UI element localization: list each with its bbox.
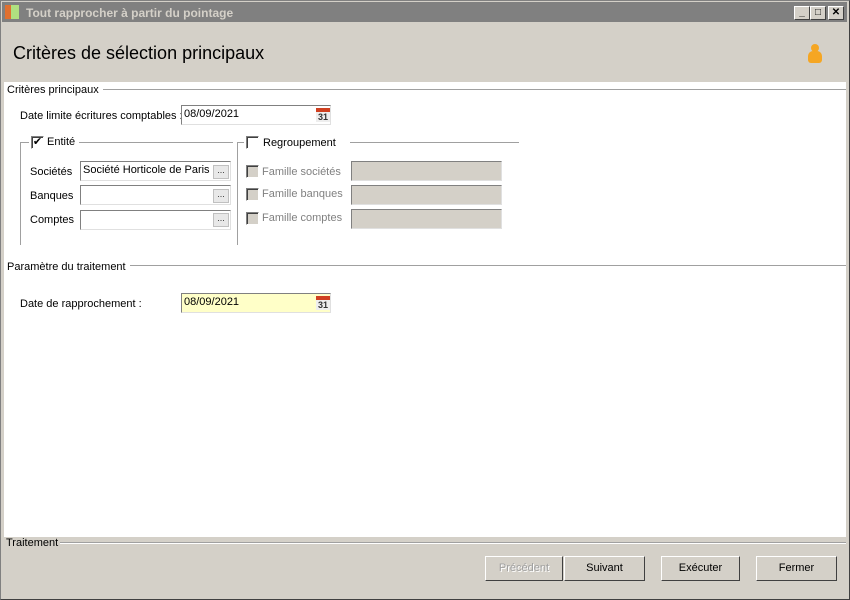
title-bar[interactable]: Tout rapprocher à partir du pointage _ □… [2, 2, 847, 22]
user-icon [807, 44, 823, 64]
date-limit-value: 08/09/2021 [184, 108, 240, 120]
minimize-button[interactable]: _ [794, 6, 810, 20]
famille-banques-input[interactable] [351, 185, 502, 205]
banques-label: Banques [30, 190, 74, 202]
comptes-label: Comptes [30, 214, 75, 226]
societes-browse-button[interactable]: ... [213, 165, 229, 179]
famille-societes-input[interactable] [351, 161, 502, 181]
window-title: Tout rapprocher à partir du pointage [26, 6, 234, 20]
execute-button[interactable]: Exécuter [661, 556, 740, 581]
date-rapprochement-input[interactable]: 08/09/2021 [181, 293, 331, 313]
divider [237, 143, 239, 245]
societes-value: Société Horticole de Paris [83, 164, 210, 176]
footer-legend: Traitement [6, 537, 59, 549]
close-window-button[interactable]: ✕ [828, 6, 844, 20]
calendar-icon[interactable]: 31 [316, 296, 330, 310]
section-legend-main: Critères principaux [7, 84, 103, 96]
date-limit-label: Date limite écritures comptables : [20, 110, 183, 122]
app-icon-part [11, 5, 19, 19]
section-legend-processing: Paramètre du traitement [7, 261, 130, 273]
calendar-icon[interactable]: 31 [316, 108, 330, 122]
banques-input[interactable] [80, 185, 231, 205]
page-title: Critères de sélection principaux [13, 43, 265, 63]
divider [20, 143, 22, 245]
close-button[interactable]: Fermer [756, 556, 837, 581]
societes-label: Sociétés [30, 166, 73, 178]
previous-button[interactable]: Précédent [485, 556, 563, 581]
maximize-button[interactable]: □ [810, 6, 826, 20]
societes-input[interactable]: Société Horticole de Paris [80, 161, 231, 181]
regroupement-checkbox[interactable] [246, 136, 259, 149]
famille-societes-checkbox[interactable] [246, 165, 259, 178]
next-button[interactable]: Suivant [564, 556, 645, 581]
banques-browse-button[interactable]: ... [213, 189, 229, 203]
comptes-browse-button[interactable]: ... [213, 213, 229, 227]
comptes-input[interactable] [80, 210, 231, 230]
date-limit-input[interactable]: 08/09/2021 [181, 105, 331, 125]
regroupement-label: Regroupement [263, 137, 336, 149]
entity-label: Entité [47, 136, 76, 148]
divider [60, 542, 846, 544]
divider [100, 89, 846, 91]
famille-comptes-label: Famille comptes [262, 212, 343, 224]
famille-societes-label: Famille sociétés [262, 166, 341, 178]
famille-comptes-input[interactable] [351, 209, 502, 229]
divider [130, 265, 846, 267]
entity-checkbox[interactable]: ✔ [31, 136, 44, 149]
famille-banques-checkbox[interactable] [246, 188, 259, 201]
famille-comptes-checkbox[interactable] [246, 212, 259, 225]
date-rapprochement-value: 08/09/2021 [184, 296, 240, 308]
famille-banques-label: Famille banques [262, 188, 343, 200]
date-rapprochement-label: Date de rapprochement : [20, 298, 142, 310]
